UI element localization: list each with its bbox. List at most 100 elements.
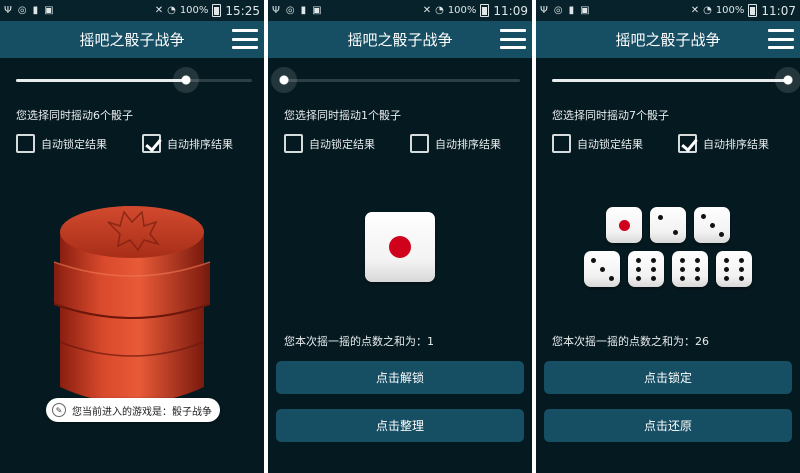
auto-sort-option[interactable]: 自动排序结果 xyxy=(678,134,769,153)
mute-icon: ✕ xyxy=(154,4,164,16)
slider-fill xyxy=(16,79,186,82)
auto-lock-checkbox[interactable] xyxy=(552,134,571,153)
unlock-button[interactable]: 点击解锁 xyxy=(276,361,524,394)
mute-icon: ✕ xyxy=(690,4,700,16)
slider-thumb[interactable] xyxy=(775,67,800,93)
die-pip xyxy=(650,266,656,272)
die-pip xyxy=(618,219,630,231)
battery-percent: 100% xyxy=(447,5,477,16)
auto-lock-option[interactable]: 自动锁定结果 xyxy=(284,134,375,153)
die-pip xyxy=(694,257,700,263)
clock: 11:07 xyxy=(761,3,796,18)
image-icon: ▣ xyxy=(580,4,590,16)
battery-icon xyxy=(748,4,758,17)
restore-button[interactable]: 点击还原 xyxy=(544,409,792,442)
die[interactable] xyxy=(628,251,664,287)
die-pip xyxy=(680,266,686,272)
usb-icon: Ψ xyxy=(540,4,548,16)
die[interactable] xyxy=(672,251,708,287)
auto-sort-checkbox[interactable] xyxy=(410,134,429,153)
usb-icon: Ψ xyxy=(4,4,12,16)
usb-icon: Ψ xyxy=(272,4,280,16)
auto-lock-label: 自动锁定结果 xyxy=(309,137,375,151)
arrange-button[interactable]: 点击整理 xyxy=(276,409,524,442)
battery-percent: 100% xyxy=(715,5,745,16)
dice-count-slider[interactable] xyxy=(16,67,252,93)
screen-seven-dice: Ψ ◎ ▮ ▣ ✕ ◔ 100% 11:07 摇吧之骰子战争 您选择同时摇动7个… xyxy=(536,0,800,473)
auto-sort-label: 自动排序结果 xyxy=(703,137,769,151)
dice-cup[interactable] xyxy=(46,192,218,412)
sd-card-icon: ▮ xyxy=(300,4,307,16)
app-title: 摇吧之骰子战争 xyxy=(615,31,721,49)
die[interactable] xyxy=(365,212,435,282)
die-pip xyxy=(724,275,730,281)
die-pip xyxy=(636,257,642,263)
die-pip xyxy=(636,275,642,281)
auto-lock-checkbox[interactable] xyxy=(16,134,35,153)
auto-sort-label: 自动排序结果 xyxy=(167,137,233,151)
wifi-icon: ◔ xyxy=(167,4,176,16)
die-pip xyxy=(724,257,730,263)
slider-thumb[interactable] xyxy=(271,67,297,93)
auto-lock-label: 自动锁定结果 xyxy=(577,137,643,151)
die-pip xyxy=(599,266,605,272)
die-pip xyxy=(709,222,715,228)
die-pip xyxy=(738,257,744,263)
auto-sort-checkbox[interactable] xyxy=(142,134,161,153)
auto-lock-checkbox[interactable] xyxy=(284,134,303,153)
lock-button[interactable]: 点击锁定 xyxy=(544,361,792,394)
image-icon: ▣ xyxy=(312,4,322,16)
die[interactable] xyxy=(650,207,686,243)
sync-icon: ◎ xyxy=(285,4,295,16)
image-icon: ▣ xyxy=(44,4,54,16)
die-pip xyxy=(680,257,686,263)
die-pip xyxy=(608,275,614,281)
auto-sort-label: 自动排序结果 xyxy=(435,137,501,151)
status-bar: Ψ ◎ ▮ ▣ ✕ ◔ 100% 11:09 xyxy=(268,0,532,21)
slider-thumb[interactable] xyxy=(172,67,199,93)
die[interactable] xyxy=(584,251,620,287)
die-pip xyxy=(694,266,700,272)
sd-card-icon: ▮ xyxy=(32,4,39,16)
app-bar: 摇吧之骰子战争 xyxy=(536,21,800,58)
clock: 11:09 xyxy=(493,3,528,18)
dice-count-slider[interactable] xyxy=(271,67,520,93)
die-pip xyxy=(389,236,411,258)
auto-lock-option[interactable]: 自动锁定结果 xyxy=(16,134,107,153)
die[interactable] xyxy=(694,207,730,243)
menu-icon[interactable] xyxy=(232,29,258,49)
auto-sort-checkbox[interactable] xyxy=(678,134,697,153)
die-pip xyxy=(700,213,706,219)
dice-sum: 您本次摇一摇的点数之和为：26 xyxy=(552,335,709,348)
mute-icon: ✕ xyxy=(422,4,432,16)
battery-percent: 100% xyxy=(179,5,209,16)
die-pip xyxy=(650,257,656,263)
dice-count-slider[interactable] xyxy=(552,67,800,93)
auto-lock-option[interactable]: 自动锁定结果 xyxy=(552,134,643,153)
die[interactable] xyxy=(606,207,642,243)
menu-icon[interactable] xyxy=(768,29,794,49)
dice-sum: 您本次摇一摇的点数之和为：1 xyxy=(284,335,434,348)
dice-count-hint: 您选择同时摇动1个骰子 xyxy=(284,109,401,122)
status-bar: Ψ ◎ ▮ ▣ ✕ ◔ 100% 15:25 xyxy=(0,0,264,21)
die-pip xyxy=(636,266,642,272)
dice-count-hint: 您选择同时摇动6个骰子 xyxy=(16,109,133,122)
battery-icon xyxy=(212,4,222,17)
auto-sort-option[interactable]: 自动排序结果 xyxy=(142,134,233,153)
die-pip xyxy=(718,231,724,237)
app-bar: 摇吧之骰子战争 xyxy=(268,21,532,58)
die-pip xyxy=(680,275,686,281)
die-pip xyxy=(657,214,663,220)
slider-fill xyxy=(552,79,788,82)
app-title: 摇吧之骰子战争 xyxy=(347,31,453,49)
screen-one-die: Ψ ◎ ▮ ▣ ✕ ◔ 100% 11:09 摇吧之骰子战争 您选择同时摇动1个… xyxy=(268,0,532,473)
toast-text: 您当前进入的游戏是：骰子战争 xyxy=(72,406,212,418)
dice-count-hint: 您选择同时摇动7个骰子 xyxy=(552,109,669,122)
die-pip xyxy=(590,257,596,263)
menu-icon[interactable] xyxy=(500,29,526,49)
sd-card-icon: ▮ xyxy=(568,4,575,16)
die-pip xyxy=(724,266,730,272)
auto-sort-option[interactable]: 自动排序结果 xyxy=(410,134,501,153)
die[interactable] xyxy=(716,251,752,287)
clock: 15:25 xyxy=(225,3,260,18)
